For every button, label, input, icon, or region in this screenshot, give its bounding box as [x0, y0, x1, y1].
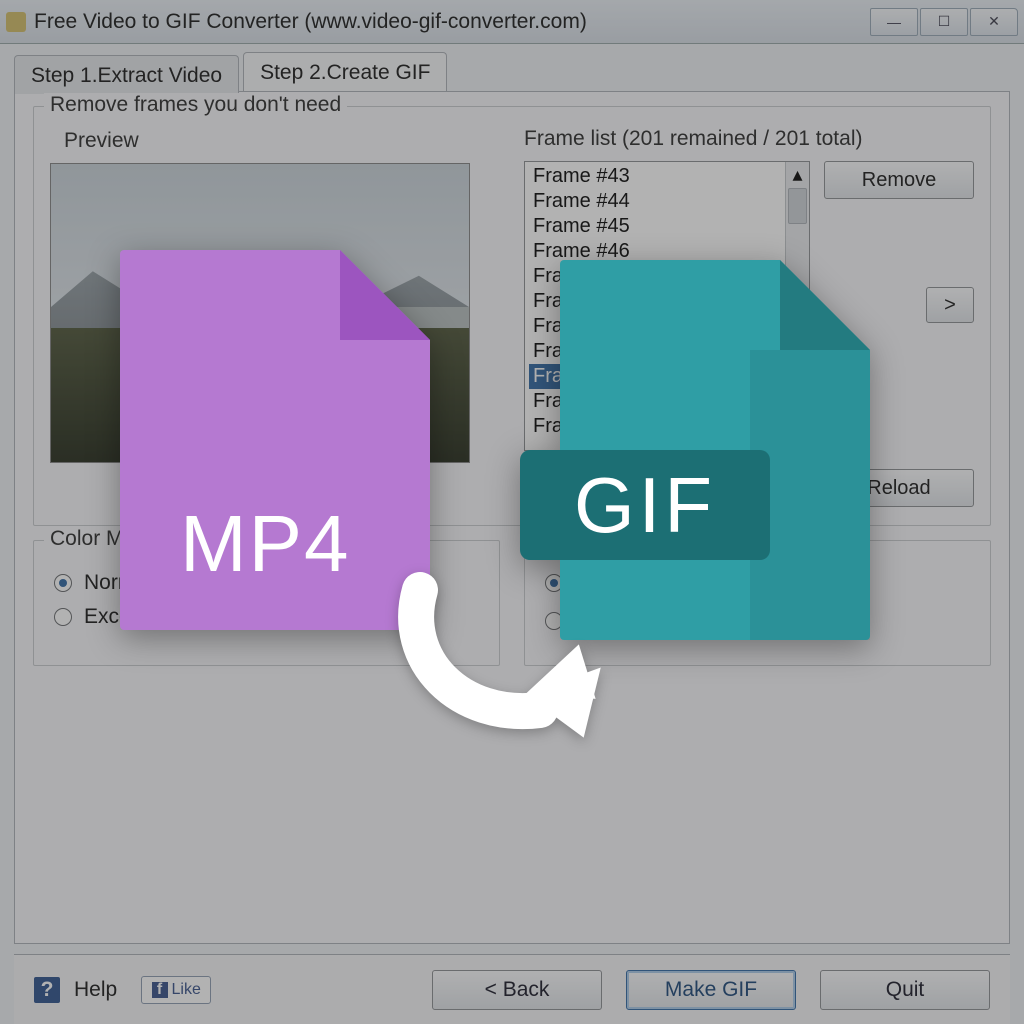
frames-group-label: Remove frames you don't need — [44, 93, 347, 117]
frame-list-label: Frame list (201 remained / 201 total) — [524, 127, 974, 151]
list-item[interactable]: Frame #49 — [529, 314, 805, 339]
list-item[interactable]: Frame #45 — [529, 214, 805, 239]
radio-dot-icon — [54, 608, 72, 626]
radio-custom-label: Custom — [577, 609, 649, 633]
preview-image — [50, 163, 470, 463]
color-group: Color Matching Normal Quality, Smaller F… — [33, 540, 500, 666]
like-label: Like — [172, 981, 201, 999]
radio-dot-icon — [545, 574, 563, 592]
list-item[interactable]: Frame #51 — [529, 364, 805, 389]
remove-button[interactable]: Remove — [824, 161, 974, 199]
tab-step2[interactable]: Step 2.Create GIF — [243, 52, 447, 91]
app-icon — [6, 12, 26, 32]
radio-excellent[interactable]: Excellent Quality, Bigger File Size — [54, 605, 483, 629]
radio-custom[interactable]: Custom 10 ▼ fps — [545, 605, 974, 637]
list-item[interactable]: Frame #47 — [529, 264, 805, 289]
radio-normal-label: Normal Quality, Smaller File Size — [84, 571, 391, 595]
list-item[interactable]: Frame #43 — [529, 164, 805, 189]
tab-step1[interactable]: Step 1.Extract Video — [14, 55, 239, 94]
fps-value: 10 — [672, 610, 693, 632]
like-button[interactable]: f Like — [141, 976, 211, 1004]
speed-group-label: Play Speed — [535, 527, 654, 551]
preview-label: Preview — [64, 129, 500, 153]
minimize-button[interactable]: ― — [870, 8, 918, 36]
list-item[interactable]: Frame #48 — [529, 289, 805, 314]
maximize-button[interactable]: ☐ — [920, 8, 968, 36]
scrollbar[interactable]: ▴ ▾ — [785, 162, 809, 450]
scroll-up-icon[interactable]: ▴ — [786, 162, 809, 186]
next-frame-button[interactable]: > — [926, 287, 974, 323]
list-item[interactable]: Frame #53 — [529, 414, 805, 439]
speed-group: Play Speed Same as source video Custom 1… — [524, 540, 991, 666]
reload-button[interactable]: Reload — [824, 469, 974, 507]
frames-group: Remove frames you don't need Preview Fra… — [33, 106, 991, 526]
color-group-label: Color Matching — [44, 527, 197, 551]
back-button[interactable]: < Back — [432, 970, 602, 1010]
help-icon[interactable]: ? — [34, 977, 60, 1003]
chevron-down-icon: ▼ — [742, 614, 754, 628]
help-label[interactable]: Help — [74, 978, 117, 1002]
fps-unit: fps — [777, 609, 805, 633]
radio-excellent-label: Excellent Quality, Bigger File Size — [84, 605, 398, 629]
radio-normal[interactable]: Normal Quality, Smaller File Size — [54, 571, 483, 595]
list-item[interactable]: Frame #50 — [529, 339, 805, 364]
make-gif-button[interactable]: Make GIF — [626, 970, 796, 1010]
list-item[interactable]: Frame #46 — [529, 239, 805, 264]
scroll-thumb[interactable] — [788, 188, 807, 224]
radio-dot-icon — [54, 574, 72, 592]
list-item[interactable]: Frame #44 — [529, 189, 805, 214]
close-button[interactable]: ✕ — [970, 8, 1018, 36]
radio-same-label: Same as source video — [575, 571, 783, 595]
frame-list[interactable]: Frame #43 Frame #44 Frame #45 Frame #46 … — [524, 161, 810, 451]
scroll-down-icon[interactable]: ▾ — [786, 426, 809, 450]
list-item[interactable]: Frame #52 — [529, 389, 805, 414]
quit-button[interactable]: Quit — [820, 970, 990, 1010]
window-title: Free Video to GIF Converter (www.video-g… — [34, 10, 870, 34]
radio-same[interactable]: Same as source video — [545, 571, 974, 595]
fps-combo[interactable]: 10 ▼ — [663, 605, 763, 637]
radio-dot-icon — [545, 612, 563, 630]
facebook-icon: f — [152, 982, 168, 998]
